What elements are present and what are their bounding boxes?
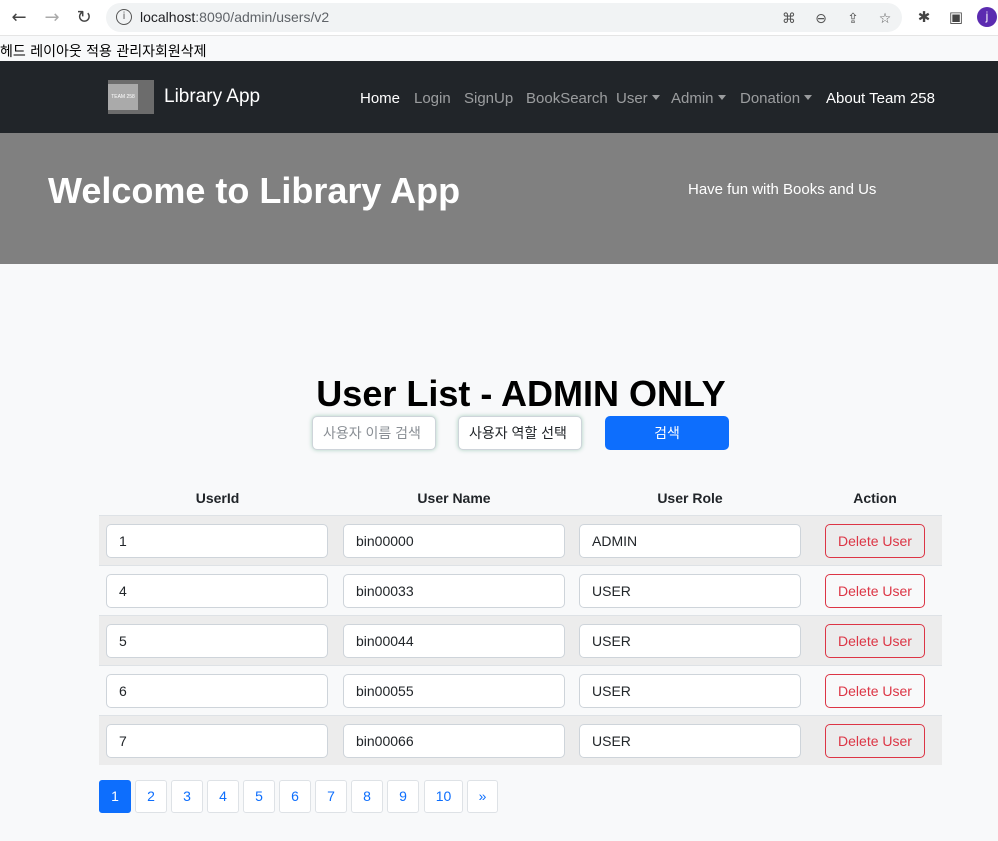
extensions-icon[interactable]: ✱ (914, 7, 934, 27)
role-select-input[interactable] (458, 416, 582, 450)
search-button[interactable]: 검색 (605, 416, 729, 450)
nav-admin-dropdown[interactable]: Admin (671, 90, 726, 107)
hero-title: Welcome to Library App (48, 170, 461, 211)
table-row: Delete User (99, 565, 942, 615)
nav-signup[interactable]: SignUp (464, 90, 513, 107)
table-row: Delete User (99, 665, 942, 715)
nav-about[interactable]: About Team 258 (826, 90, 935, 107)
delete-user-button[interactable]: Delete User (825, 724, 925, 758)
page-next-button[interactable]: » (467, 780, 498, 813)
hero-tagline: Have fun with Books and Us (688, 181, 877, 198)
username-field[interactable] (343, 724, 565, 758)
userid-field[interactable] (106, 674, 328, 708)
page-link-3[interactable]: 3 (171, 780, 203, 813)
nav-donation-label: Donation (740, 90, 801, 107)
column-header-action: Action (853, 490, 897, 506)
page-link-9[interactable]: 9 (387, 780, 419, 813)
page-link-5[interactable]: 5 (243, 780, 275, 813)
caret-down-icon (804, 95, 813, 100)
username-field[interactable] (343, 674, 565, 708)
column-header-username: User Name (417, 490, 491, 506)
userrole-field[interactable] (579, 574, 801, 608)
userid-field[interactable] (106, 724, 328, 758)
page-link-1[interactable]: 1 (99, 780, 131, 813)
table-row: Delete User (99, 515, 942, 565)
page-link-10[interactable]: 10 (424, 780, 463, 813)
nav-donation-dropdown[interactable]: Donation (740, 90, 813, 107)
userrole-field[interactable] (579, 674, 801, 708)
translate-icon[interactable]: ⌘ (780, 10, 798, 28)
table-row: Delete User (99, 715, 942, 765)
brand-logo[interactable]: TEAM 258 (108, 80, 154, 114)
zoom-icon[interactable]: ⊖ (812, 10, 830, 28)
brand-name[interactable]: Library App (164, 86, 260, 108)
username-field[interactable] (343, 524, 565, 558)
page-link-2[interactable]: 2 (135, 780, 167, 813)
caret-down-icon (651, 95, 660, 100)
userrole-field[interactable] (579, 524, 801, 558)
reload-icon[interactable]: ↻ (72, 6, 96, 30)
caret-down-icon (717, 95, 726, 100)
share-icon[interactable]: ⇪ (844, 10, 862, 28)
userrole-field[interactable] (579, 624, 801, 658)
page-link-7[interactable]: 7 (315, 780, 347, 813)
delete-user-button[interactable]: Delete User (825, 624, 925, 658)
delete-user-button[interactable]: Delete User (825, 524, 925, 558)
forward-arrow-icon[interactable]: → (40, 6, 64, 30)
nav-home[interactable]: Home (360, 90, 400, 107)
browser-toolbar: ← → ↻ i localhost:8090/admin/users/v2 ⌘ … (0, 0, 998, 36)
page-link-4[interactable]: 4 (207, 780, 239, 813)
table-row: Delete User (99, 615, 942, 665)
page-heading: 헤드 레이아웃 적용 관리자회원삭제 (0, 44, 207, 60)
username-search-input[interactable] (312, 416, 436, 450)
site-info-icon[interactable]: i (116, 9, 132, 25)
nav-user-dropdown[interactable]: User (616, 90, 660, 107)
nav-admin-label: Admin (671, 90, 714, 107)
hero-banner: Welcome to Library App Have fun with Boo… (0, 133, 998, 264)
username-field[interactable] (343, 574, 565, 608)
navbar: TEAM 258 Library App Home Login SignUp B… (0, 61, 998, 133)
brand-logo-text: TEAM 258 (108, 84, 138, 110)
bookmark-star-icon[interactable]: ☆ (876, 10, 894, 28)
profile-avatar[interactable]: j (977, 7, 997, 27)
userid-field[interactable] (106, 574, 328, 608)
side-panel-icon[interactable]: ▣ (946, 7, 966, 27)
page-title: User List - ADMIN ONLY (316, 373, 726, 414)
nav-booksearch[interactable]: BookSearch (526, 90, 608, 107)
delete-user-button[interactable]: Delete User (825, 574, 925, 608)
userid-field[interactable] (106, 524, 328, 558)
page-link-6[interactable]: 6 (279, 780, 311, 813)
address-bar[interactable]: i localhost:8090/admin/users/v2 ⌘ ⊖ ⇪ ☆ (106, 3, 902, 32)
page-link-8[interactable]: 8 (351, 780, 383, 813)
delete-user-button[interactable]: Delete User (825, 674, 925, 708)
userid-field[interactable] (106, 624, 328, 658)
nav-user-label: User (616, 90, 648, 107)
userrole-field[interactable] (579, 724, 801, 758)
nav-login[interactable]: Login (414, 90, 451, 107)
column-header-userrole: User Role (657, 490, 723, 506)
column-header-userid: UserId (195, 490, 240, 506)
username-field[interactable] (343, 624, 565, 658)
back-arrow-icon[interactable]: ← (7, 6, 31, 30)
url-text[interactable]: localhost:8090/admin/users/v2 (140, 9, 329, 25)
